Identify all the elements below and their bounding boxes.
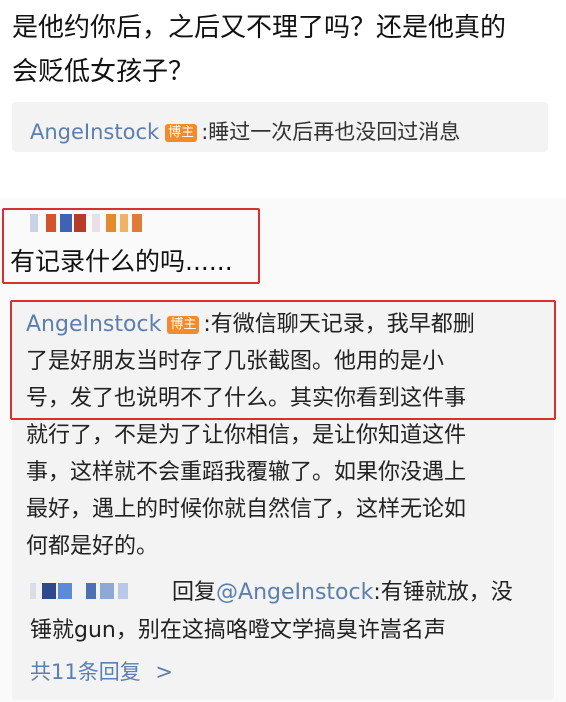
post-text-line-1: 是他约你后，之后又不理了吗？还是他真的	[12, 13, 507, 43]
reply-text-line-7: 何都是好的。	[26, 534, 159, 559]
more-replies-link[interactable]: 共11条回复 >	[30, 656, 173, 686]
chevron-right-icon: >	[155, 660, 174, 684]
post-text-line-2: 会贬低女孩子？	[12, 57, 195, 87]
post-text: 是他约你后，之后又不理了吗？还是他真的 会贬低女孩子？	[12, 6, 557, 94]
sub-reply-user-mosaic[interactable]	[30, 581, 172, 601]
sub-reply-text-line-1: :有锤就放，没	[373, 580, 513, 605]
more-replies-label: 共11条回复	[30, 660, 141, 684]
reply-action-label: 回复	[172, 580, 217, 605]
reply-text-line-4: 就行了，不是为了让你相信，是让你知道这件	[26, 423, 467, 448]
sub-reply[interactable]: 回复@AngeInstock:有锤就放，没 锤就gun，别在这搞咯噔文学搞臭许嵩…	[30, 574, 540, 650]
mention-link[interactable]: @AngeInstock	[216, 580, 373, 605]
reply-text-line-5: 事，这样就不会重蹈我覆辙了。如果你没遇上	[26, 460, 467, 485]
sub-reply-text-line-2: 锤就gun，别在这搞咯噔文学搞臭许嵩名声	[30, 618, 446, 643]
highlight-box-reply	[10, 300, 556, 420]
reply-text: :睡过一次后再也没回过消息	[201, 120, 461, 144]
highlight-box-comment	[2, 208, 260, 284]
reply-author-link[interactable]: AngeInstock	[30, 120, 159, 144]
blogger-badge: 博主	[165, 124, 198, 142]
reply-card-1[interactable]: AngeInstock 博主:睡过一次后再也没回过消息	[12, 102, 548, 152]
reply-text-line-6: 最好，遇上的时候你就自然信了，这样无论如	[26, 497, 467, 522]
